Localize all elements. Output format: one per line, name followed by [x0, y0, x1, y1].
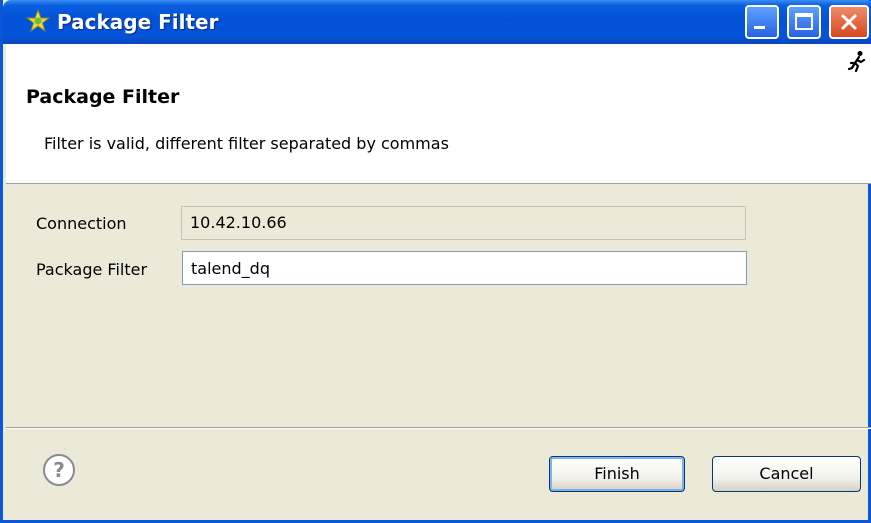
minimize-button[interactable] — [745, 5, 779, 39]
maximize-button[interactable] — [787, 5, 821, 39]
maximize-icon — [795, 13, 813, 30]
connection-field: 10.42.10.66 — [181, 206, 746, 240]
title-bar[interactable]: Package Filter — [3, 0, 871, 44]
help-icon[interactable]: ? — [41, 452, 77, 488]
connection-label: Connection — [36, 214, 127, 233]
running-man-icon — [847, 51, 866, 72]
header-title: Package Filter — [26, 86, 180, 108]
package-filter-input[interactable] — [182, 251, 747, 285]
dialog-window: Package Filter Package Filter Filter is … — [0, 0, 871, 523]
star-gear-icon — [25, 8, 51, 33]
finish-button[interactable]: Finish — [549, 456, 685, 492]
window-title: Package Filter — [57, 10, 219, 34]
minimize-icon — [754, 26, 765, 29]
close-icon — [840, 13, 858, 31]
dialog-header: Package Filter Filter is valid, differen… — [6, 44, 871, 184]
svg-text:?: ? — [53, 458, 65, 482]
package-filter-label: Package Filter — [36, 260, 148, 279]
close-button[interactable] — [829, 5, 869, 39]
header-message: Filter is valid, different filter separa… — [44, 134, 449, 153]
cancel-button[interactable]: Cancel — [712, 456, 861, 492]
footer-separator — [6, 427, 871, 429]
